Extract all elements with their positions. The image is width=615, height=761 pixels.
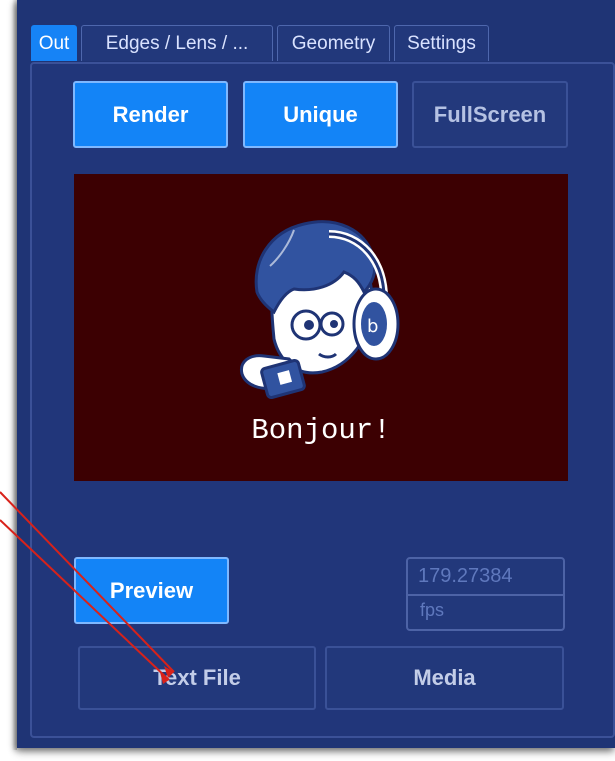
annotation-arrows [0,491,175,684]
screen: Out Edges / Lens / ... Geometry Settings… [0,0,615,761]
